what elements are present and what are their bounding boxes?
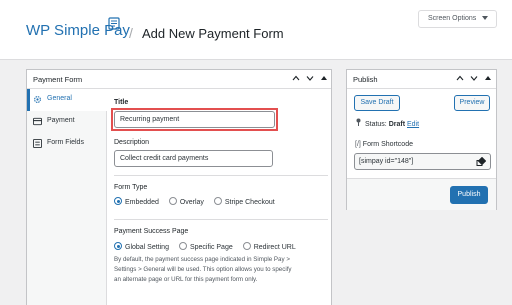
success-page-redirect-url[interactable]: Redirect URL — [242, 242, 296, 251]
payment-form-title: Payment Form — [33, 75, 83, 84]
publish-header: Publish — [347, 70, 496, 89]
description-input[interactable]: Collect credit card payments — [114, 150, 273, 167]
publish-button[interactable]: Publish — [450, 186, 488, 204]
radio — [242, 242, 251, 250]
post-status: Status: Draft Edit — [355, 118, 419, 128]
radio-selected — [114, 197, 122, 205]
form-type-options: Embedded Overlay Stripe Checkout — [114, 197, 283, 206]
list-icon — [33, 139, 42, 148]
chevron-up-icon[interactable] — [292, 74, 300, 85]
radio-selected — [114, 242, 122, 250]
radio — [168, 197, 177, 205]
chevron-down-icon[interactable] — [470, 74, 478, 85]
divider — [114, 219, 328, 220]
form-type-stripe-checkout[interactable]: Stripe Checkout — [213, 197, 275, 206]
form-type-label: Form Type — [114, 184, 148, 191]
caret-down-icon — [482, 16, 488, 20]
shortcode-label: [/] Form Shortcode — [355, 141, 413, 148]
publish-title: Publish — [353, 75, 378, 84]
shortcode-field[interactable]: [simpay id="148"] — [354, 153, 491, 170]
publish-footer: Publish — [347, 178, 496, 210]
form-type-overlay[interactable]: Overlay — [168, 197, 204, 206]
description-label: Description — [114, 139, 150, 146]
brackets-icon: [/] — [355, 141, 361, 148]
top-bar: WP Simple Pay / Add New Payment Form Scr… — [0, 0, 512, 60]
title-input[interactable]: Recurring payment — [114, 111, 275, 128]
screen-options-label: Screen Options — [428, 15, 477, 22]
save-draft-button[interactable]: Save Draft — [354, 95, 400, 111]
chevron-down-icon[interactable] — [306, 74, 314, 85]
status-edit-link[interactable]: Edit — [407, 121, 419, 128]
gear-icon — [33, 95, 42, 104]
preview-button[interactable]: Preview — [454, 95, 490, 111]
toggle-panel-icon[interactable] — [484, 74, 492, 85]
title-label: Title — [114, 99, 129, 106]
form-tabs: General Payment Form Fields — [27, 89, 108, 305]
tab-form-fields[interactable]: Form Fields — [27, 133, 106, 155]
success-page-help-text: By default, the payment success page ind… — [114, 256, 292, 283]
tab-general[interactable]: General — [27, 89, 108, 111]
pin-icon — [355, 118, 363, 128]
toggle-panel-icon[interactable] — [320, 74, 328, 85]
chevron-up-icon[interactable] — [456, 74, 464, 85]
payment-form-box: Payment Form General Payment Form Fields… — [26, 69, 332, 305]
radio — [213, 197, 222, 205]
tab-form-fields-label: Form Fields — [47, 139, 84, 146]
tab-payment-label: Payment — [47, 117, 75, 124]
form-type-embedded[interactable]: Embedded — [114, 197, 159, 206]
success-page-label: Payment Success Page — [114, 228, 189, 235]
title-separator: / — [129, 25, 133, 41]
publish-box: Publish Save Draft Preview Status: Draft… — [346, 69, 497, 210]
tab-general-label: General — [47, 95, 72, 102]
receipt-icon — [107, 17, 121, 31]
success-page-options: Global Setting Specific Page Redirect UR… — [114, 242, 304, 251]
success-page-global-setting[interactable]: Global Setting — [114, 242, 169, 251]
payment-form-header: Payment Form — [27, 70, 331, 89]
divider — [114, 175, 328, 176]
copy-icon[interactable] — [476, 156, 487, 167]
card-icon — [33, 117, 42, 126]
radio — [178, 242, 187, 250]
page-title: Add New Payment Form — [142, 26, 284, 41]
tab-payment[interactable]: Payment — [27, 111, 106, 133]
success-page-specific-page[interactable]: Specific Page — [178, 242, 233, 251]
screen-options-button[interactable]: Screen Options — [418, 10, 497, 28]
